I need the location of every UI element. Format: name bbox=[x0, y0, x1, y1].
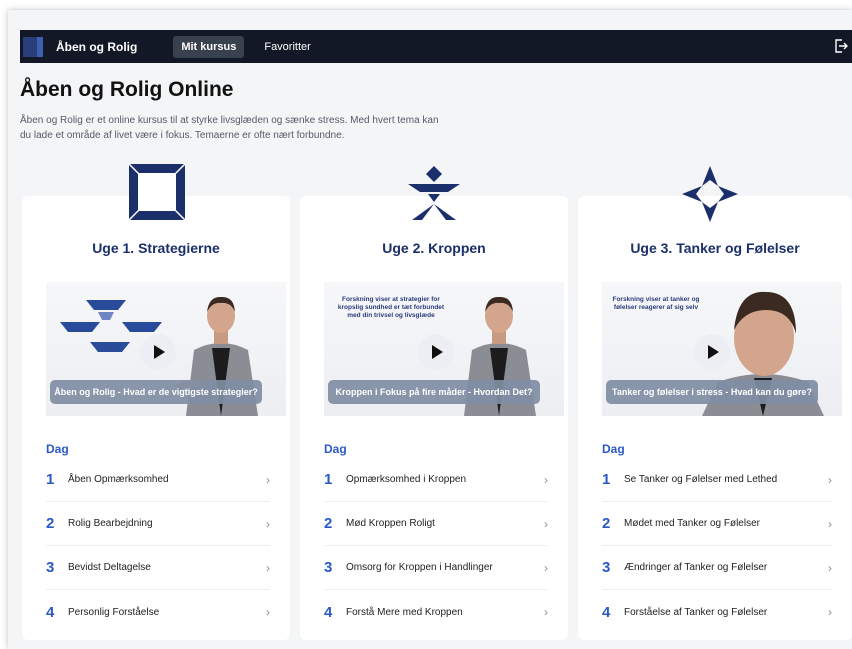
week-title-1[interactable]: Uge 1. Strategierne bbox=[22, 240, 290, 256]
video-caption-3[interactable]: Tanker og følelser i stress - Hvad kan d… bbox=[606, 380, 818, 404]
day-label-3: Dag bbox=[602, 442, 625, 456]
chevron-right-icon: › bbox=[544, 605, 548, 619]
chevron-right-icon: › bbox=[828, 472, 832, 487]
lesson-row[interactable]: 1 Se Tanker og Følelser med Lethed › bbox=[602, 458, 832, 502]
square-frame-icon bbox=[129, 164, 185, 220]
lesson-row[interactable]: 3 Ændringer af Tanker og Følelser › bbox=[602, 546, 832, 590]
chevron-right-icon: › bbox=[828, 516, 832, 531]
lesson-row[interactable]: 1 Åben Opmærksomhed › bbox=[46, 458, 270, 502]
slide-text-3: Forskning viser at tanker og følelser re… bbox=[612, 296, 700, 311]
chevron-right-icon: › bbox=[266, 560, 270, 575]
lesson-list-1: 1 Åben Opmærksomhed › 2 Rolig Bearbejdning ›… bbox=[46, 458, 270, 634]
four-point-star-icon bbox=[682, 166, 738, 222]
lesson-row[interactable]: 3 Bevidst Deltagelse › bbox=[46, 546, 270, 590]
chevron-right-icon: › bbox=[266, 516, 270, 531]
lesson-list-2: 1 Opmærksomhed i Kroppen › 2 Mød Kroppen Ro… bbox=[324, 458, 548, 634]
top-navbar: Åben og Rolig Mit kursus Favoritter bbox=[20, 30, 852, 63]
video-player-2[interactable]: Forskning viser at strategier for kropsl… bbox=[324, 282, 564, 416]
day-label-2: Dag bbox=[324, 442, 347, 456]
lesson-row[interactable]: 2 Mødet med Tanker og Følelser › bbox=[602, 502, 832, 546]
figure-icon bbox=[408, 166, 460, 220]
lesson-row[interactable]: 4 Forstå Mere med Kroppen › bbox=[324, 590, 548, 634]
chevron-right-icon: › bbox=[544, 472, 548, 487]
chevron-right-icon: › bbox=[828, 560, 832, 575]
video-caption-2[interactable]: Kroppen i Fokus på fire måder - Hvordan … bbox=[328, 380, 540, 404]
play-button-2[interactable] bbox=[418, 334, 454, 370]
play-button-3[interactable] bbox=[694, 334, 730, 370]
video-player-3[interactable]: Forskning viser at tanker og følelser re… bbox=[602, 282, 842, 416]
video-player-1[interactable]: Åben og Rolig - Hvad er de vigtigste str… bbox=[46, 282, 286, 416]
page-intro: Åben og Rolig er et online kursus til at… bbox=[20, 115, 439, 141]
play-button-1[interactable] bbox=[140, 334, 176, 370]
chevron-right-icon: › bbox=[544, 560, 548, 575]
week-card-2: Uge 2. Kroppen Forskning viser at strate… bbox=[300, 166, 568, 640]
brand-logo-icon[interactable] bbox=[23, 36, 43, 57]
slide-text-2: Forskning viser at strategier for kropsl… bbox=[337, 296, 445, 319]
app-window: Åben og Rolig Mit kursus Favoritter Åben… bbox=[8, 10, 852, 649]
tab-favoritter[interactable]: Favoritter bbox=[256, 36, 318, 58]
week-card-1: Uge 1. Strategierne Åben og Rolig - Hvad… bbox=[22, 164, 290, 640]
tab-mit-kursus[interactable]: Mit kursus bbox=[173, 35, 245, 58]
lesson-list-3: 1 Se Tanker og Følelser med Lethed › 2 Møde… bbox=[602, 458, 832, 634]
chevron-right-icon: › bbox=[266, 472, 270, 487]
week-card-3: Uge 3. Tanker og Følelser Forskning vise… bbox=[578, 166, 852, 640]
day-label-1: Dag bbox=[46, 442, 69, 456]
week-title-3[interactable]: Uge 3. Tanker og Følelser bbox=[578, 240, 852, 256]
lesson-row[interactable]: 2 Rolig Bearbejdning › bbox=[46, 502, 270, 546]
brand-name[interactable]: Åben og Rolig bbox=[56, 40, 137, 54]
chevron-right-icon: › bbox=[828, 605, 832, 619]
lesson-row[interactable]: 1 Opmærksomhed i Kroppen › bbox=[324, 458, 548, 502]
lesson-row[interactable]: 4 Personlig Forståelse › bbox=[46, 590, 270, 634]
lesson-row[interactable]: 4 Forståelse af Tanker og Følelser › bbox=[602, 590, 832, 634]
video-caption-1[interactable]: Åben og Rolig - Hvad er de vigtigste str… bbox=[50, 380, 262, 404]
chevron-right-icon: › bbox=[266, 605, 270, 619]
logout-icon[interactable] bbox=[834, 38, 848, 54]
lesson-row[interactable]: 3 Omsorg for Kroppen i Handlinger › bbox=[324, 546, 548, 590]
page-title: Åben og Rolig Online bbox=[20, 78, 234, 101]
chevron-right-icon: › bbox=[544, 516, 548, 531]
week-title-2[interactable]: Uge 2. Kroppen bbox=[300, 240, 568, 256]
lesson-row[interactable]: 2 Mød Kroppen Roligt › bbox=[324, 502, 548, 546]
